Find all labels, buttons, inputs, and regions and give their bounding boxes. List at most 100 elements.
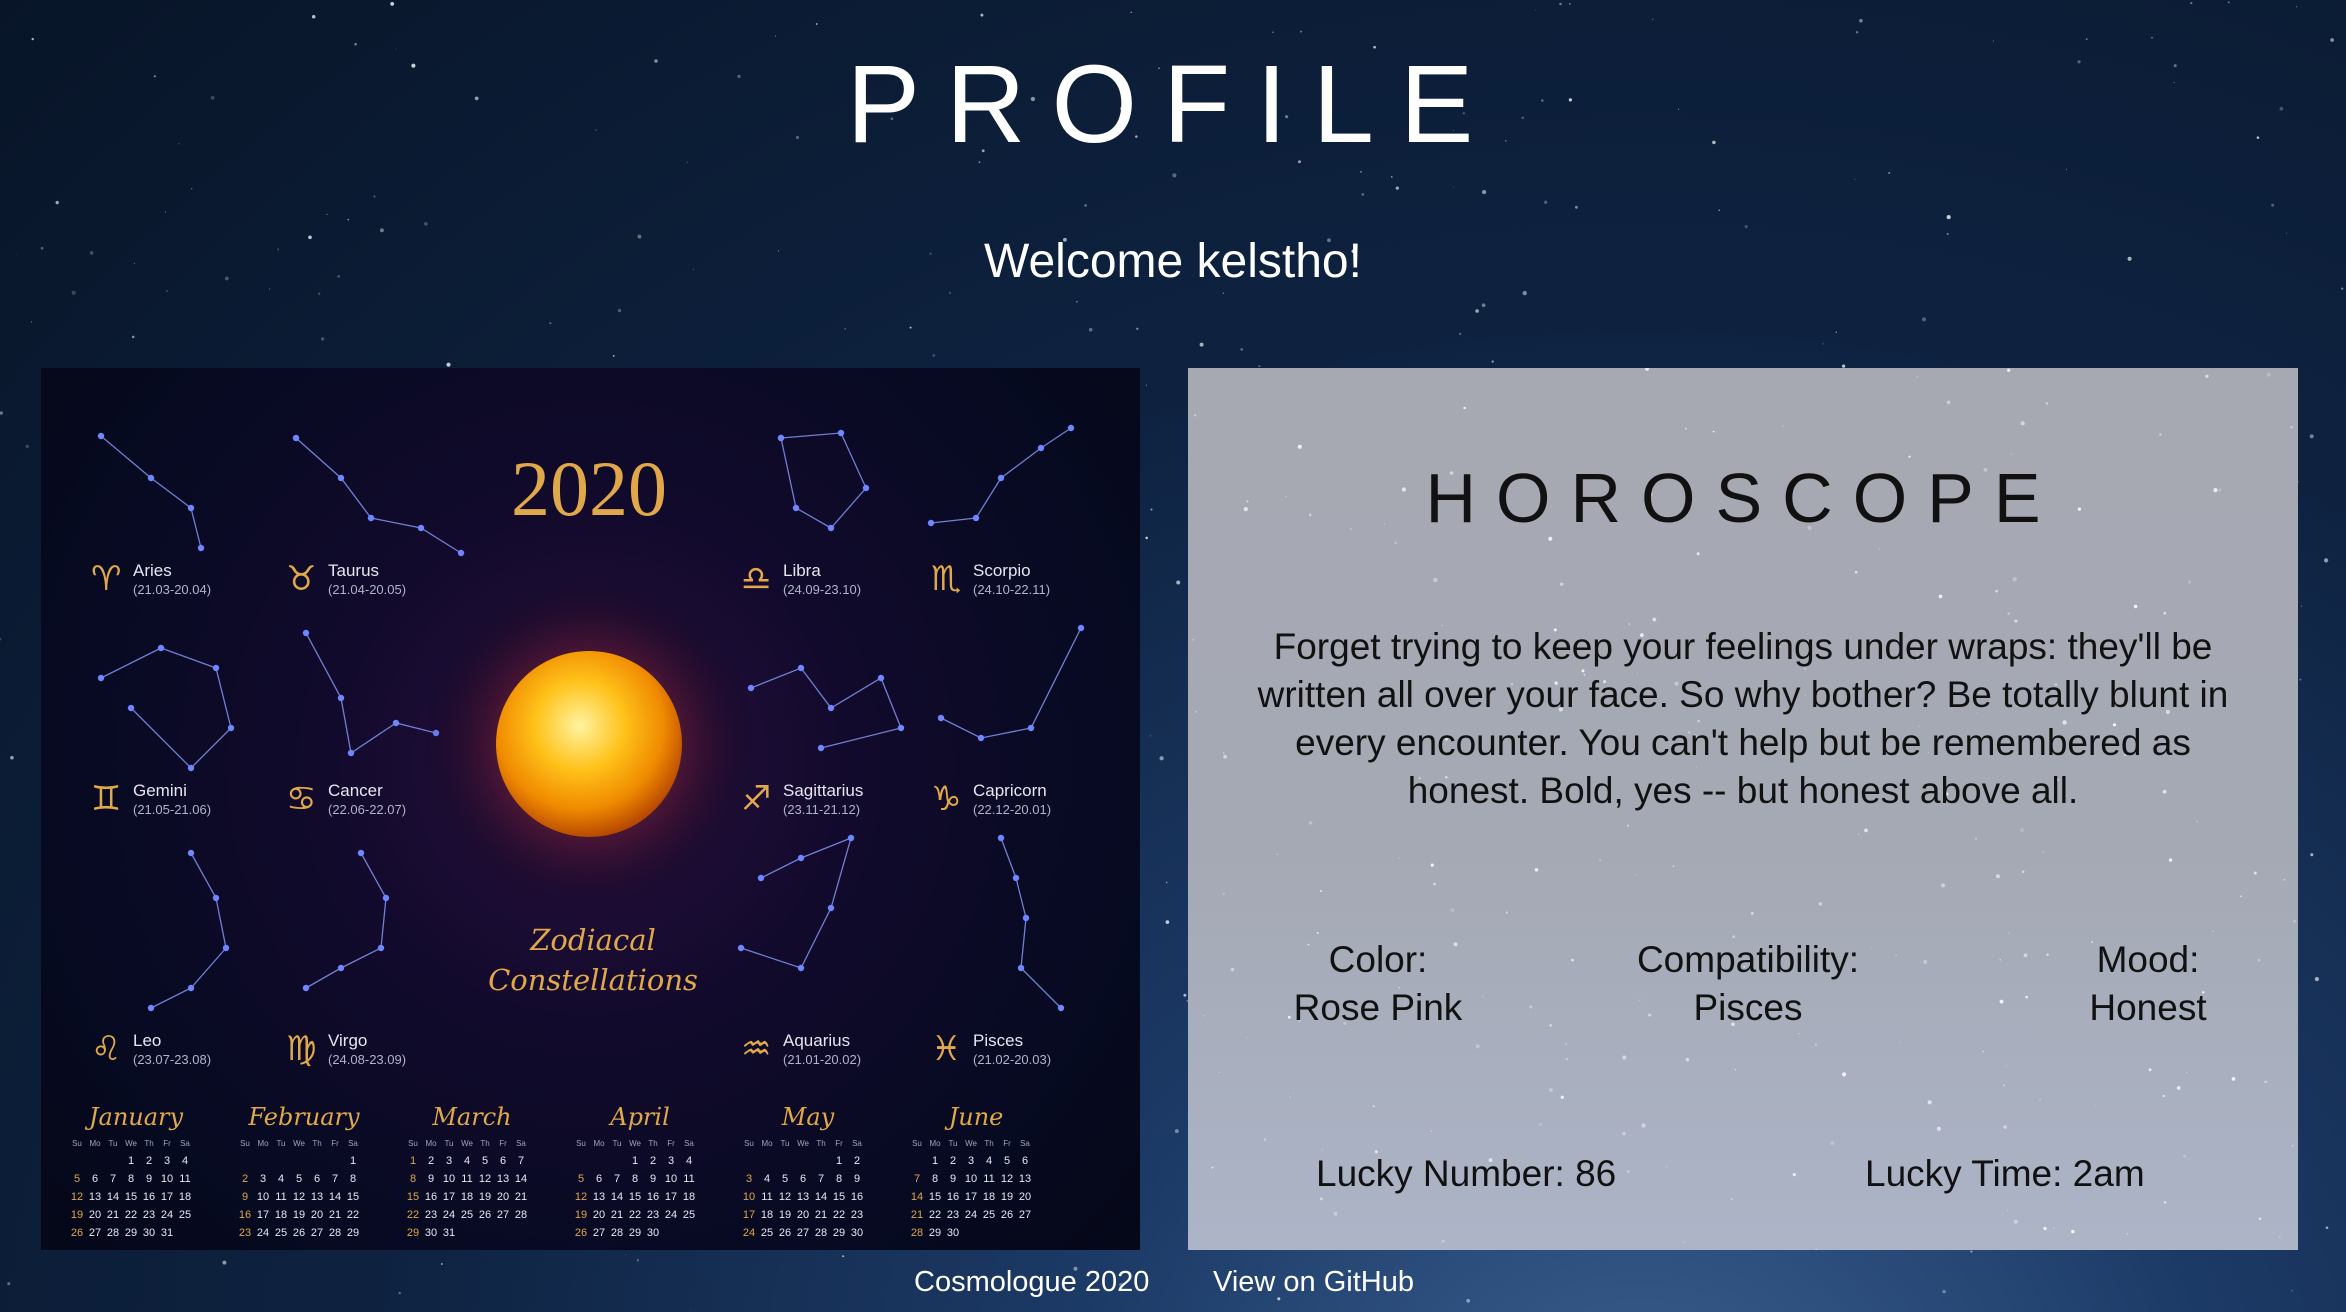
star — [2019, 828, 2024, 832]
star — [347, 218, 350, 221]
constellation-star — [147, 474, 155, 482]
constellation-star — [997, 834, 1005, 842]
calendar-day: 22 — [407, 1209, 419, 1221]
calendar-day: 16 — [425, 1191, 437, 1203]
star — [1622, 1131, 1626, 1136]
star — [1730, 1198, 1733, 1201]
month-name: January — [84, 1103, 184, 1131]
zodiac-sign-name: Gemini — [133, 781, 187, 800]
star — [1194, 414, 1197, 417]
star — [2264, 1080, 2268, 1084]
zodiac-sign-virgo: ♍ Virgo (24.08-23.09) — [286, 1029, 406, 1069]
star — [1459, 332, 1462, 336]
constellation-star — [157, 644, 165, 652]
calendar-day: 17 — [665, 1191, 677, 1203]
calendar-day: 13 — [797, 1191, 809, 1203]
month-calendars: JanuarySu Mo Tu We Th Fr Sa1 2 3 45 6 7 8 9 10 1112 13 14… — [71, 1103, 1031, 1239]
constellation-star — [837, 429, 845, 437]
sun-icon — [496, 651, 682, 837]
star — [2205, 374, 2209, 379]
weekday-header: We — [293, 1139, 305, 1148]
star — [1372, 1105, 1375, 1108]
calendar-day: 26 — [479, 1209, 491, 1221]
star — [2133, 604, 2138, 609]
star — [1398, 857, 1400, 860]
star — [1430, 863, 1434, 867]
star — [2310, 853, 2314, 857]
mood-value: Honest — [2089, 987, 2207, 1028]
star — [1685, 1057, 1690, 1062]
weekday-header: We — [965, 1139, 977, 1148]
calendar-day: 22 — [125, 1209, 137, 1221]
zodiac-sign-capricorn: ♑ Capricorn (22.12-20.01) — [931, 779, 1051, 819]
constellation-figure — [305, 852, 387, 989]
star — [1859, 19, 1863, 23]
calendar-day: 2 — [854, 1155, 860, 1167]
star — [1854, 570, 1858, 574]
calendar-day: 28 — [329, 1227, 341, 1239]
calendar-day: 17 — [743, 1209, 755, 1221]
star — [131, 335, 135, 339]
star — [1223, 752, 1225, 754]
star — [1223, 754, 1227, 759]
star — [1941, 588, 1943, 590]
star — [2071, 1229, 2075, 1234]
weekday-header: We — [125, 1139, 137, 1148]
calendar-day: 4 — [182, 1155, 188, 1167]
star — [1946, 215, 1951, 220]
calendar-day: 25 — [983, 1209, 995, 1221]
calendar-day: 9 — [854, 1173, 860, 1185]
calendar-day: 24 — [665, 1209, 677, 1221]
zodiac-sign-leo: ♌ Leo (23.07-23.08) — [91, 1029, 211, 1069]
calendar-day: 3 — [746, 1173, 752, 1185]
zodiac-sign-scorpio: ♏ Scorpio (24.10-22.11) — [931, 559, 1050, 599]
star — [2163, 611, 2167, 615]
star — [2290, 425, 2293, 429]
constellation-star — [337, 474, 345, 482]
weekday-header: We — [629, 1139, 641, 1148]
star — [1835, 331, 1837, 333]
mood-stat: Mood: Honest — [2018, 936, 2278, 1032]
calendar-day: 20 — [497, 1191, 509, 1203]
constellation-star — [827, 524, 835, 532]
calendar-day: 14 — [815, 1191, 827, 1203]
star — [1165, 920, 1170, 924]
constellation-star — [847, 834, 855, 842]
star — [1359, 170, 1363, 173]
star — [1075, 300, 1078, 303]
calendar-day: 27 — [89, 1227, 101, 1239]
star — [0, 637, 2, 641]
calendar-day: 18 — [275, 1209, 287, 1221]
star — [1174, 1129, 1179, 1134]
calendar-day: 1 — [932, 1155, 938, 1167]
weekday-header: Sa — [516, 1139, 526, 1148]
calendar-day: 14 — [107, 1191, 119, 1203]
calendar-day: 17 — [257, 1209, 269, 1221]
constellation-star — [227, 724, 235, 732]
calendar-day: 7 — [518, 1155, 524, 1167]
star — [1395, 186, 1399, 190]
calendar-day: 15 — [407, 1191, 419, 1203]
star — [1482, 190, 1487, 195]
star — [617, 308, 622, 313]
zodiac-glyph-icon: ♋ — [286, 779, 316, 819]
star — [424, 222, 428, 226]
color-label: Color: — [1328, 939, 1428, 980]
star — [2045, 402, 2049, 405]
calendar-day: 20 — [1019, 1191, 1031, 1203]
calendar-day: 6 — [800, 1173, 806, 1185]
star — [948, 291, 952, 294]
star — [2258, 1217, 2262, 1221]
calendar-day: 4 — [764, 1173, 770, 1185]
star — [1263, 1138, 1267, 1141]
calendar-day: 16 — [239, 1209, 251, 1221]
constellation-star — [777, 434, 785, 442]
calendar-day: 22 — [833, 1209, 845, 1221]
footer-brand-link[interactable]: Cosmologue 2020 — [914, 1266, 1149, 1299]
github-link[interactable]: View on GitHub — [1213, 1266, 1414, 1299]
star — [446, 362, 451, 367]
zodiac-sign-name: Capricorn — [973, 781, 1047, 800]
star — [1878, 547, 1881, 550]
star — [1569, 3, 1571, 5]
zodiac-sign-name: Aquarius — [783, 1031, 850, 1050]
